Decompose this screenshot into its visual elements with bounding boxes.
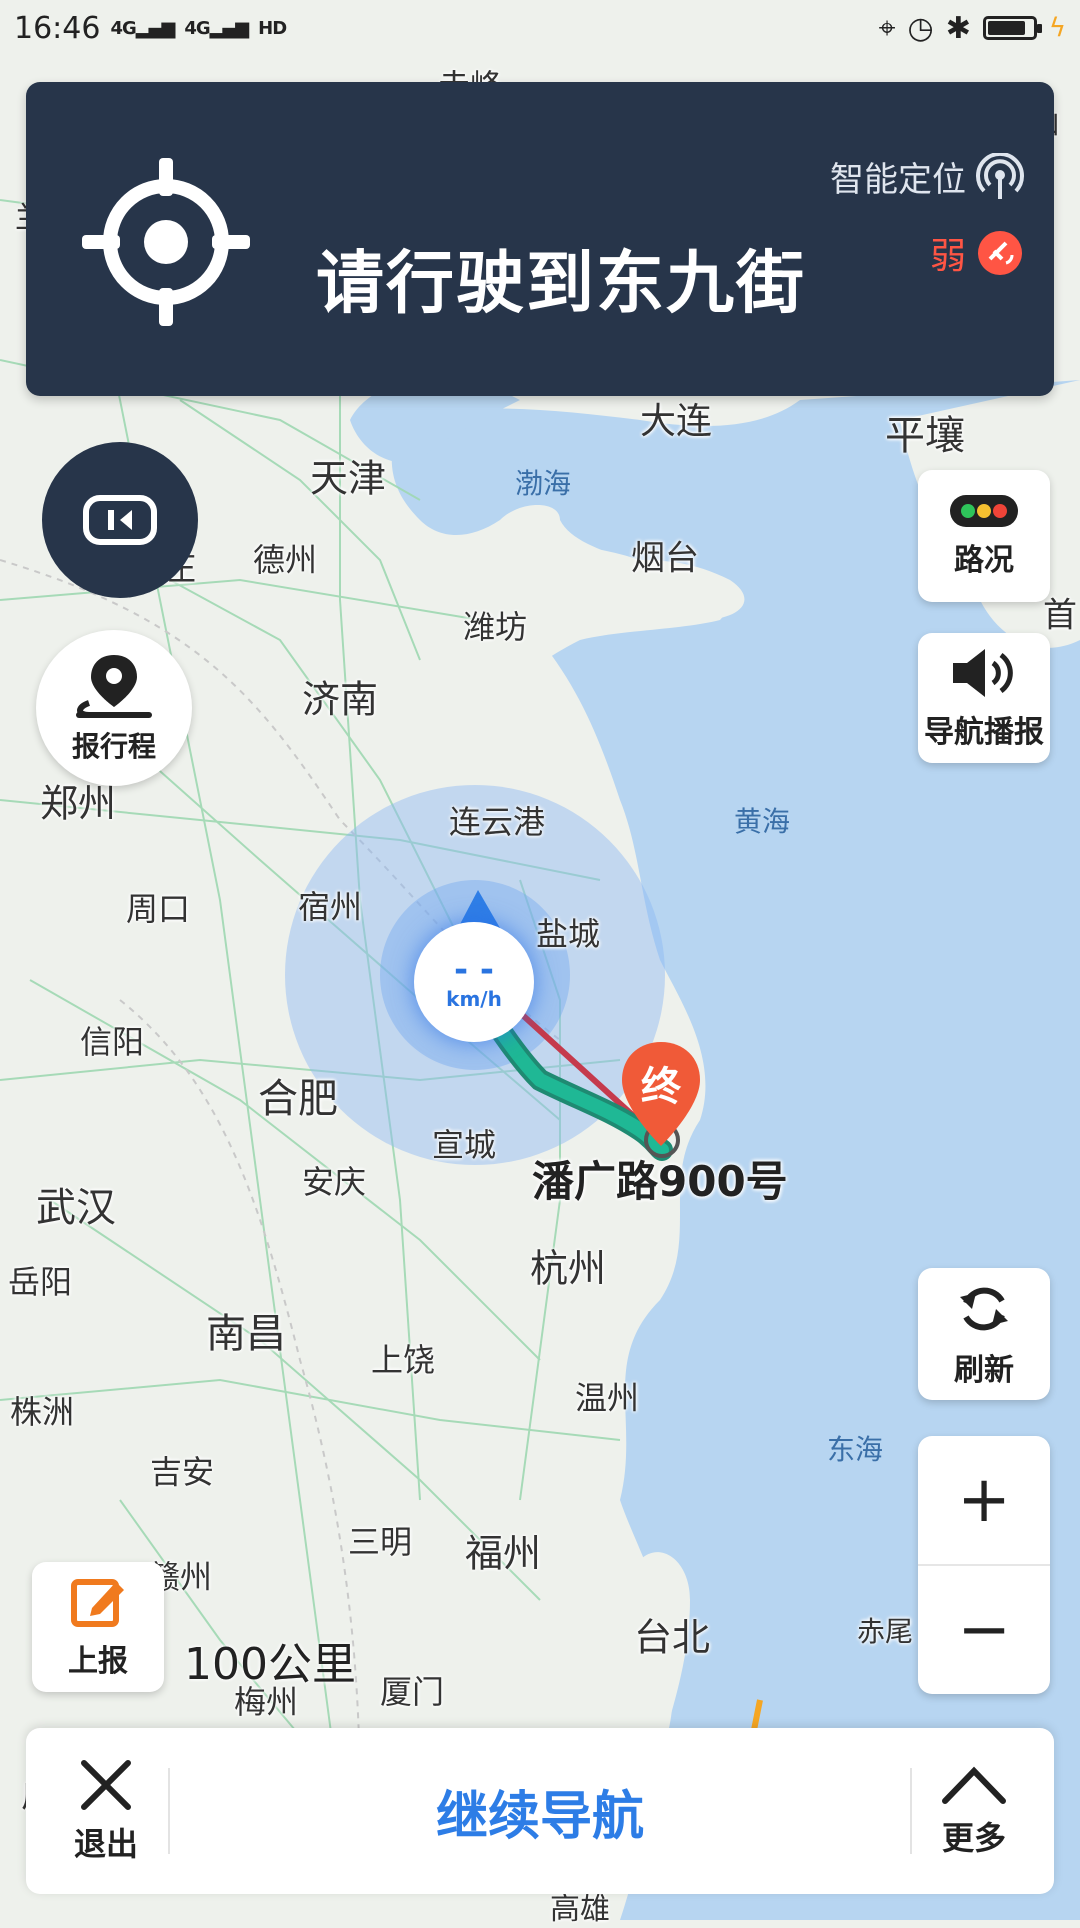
refresh-button[interactable]: 刷新: [918, 1268, 1050, 1400]
city-label: 杭州: [529, 1246, 607, 1291]
divider-right: [910, 1768, 912, 1854]
traffic-button[interactable]: 路况: [918, 470, 1050, 602]
report-button[interactable]: 上报: [32, 1562, 164, 1692]
speed-unit: km/h: [446, 987, 502, 1011]
more-label: 更多: [941, 1819, 1006, 1857]
city-label: 大连: [639, 401, 713, 442]
city-label: 安庆: [301, 1163, 367, 1201]
overview-icon: [83, 495, 157, 545]
divider-left: [168, 1768, 170, 1854]
satellite-weak-icon: [978, 231, 1022, 275]
exit-label: 退出: [73, 1825, 138, 1863]
city-label: 合肥: [258, 1076, 338, 1122]
city-label: 岳阳: [7, 1263, 73, 1301]
smart-location[interactable]: 智能定位: [830, 152, 1024, 201]
refresh-icon: [960, 1287, 1008, 1331]
bottom-bar: 退出 继续导航 更多: [26, 1728, 1054, 1894]
city-label: 上饶: [370, 1341, 436, 1379]
chevron-up-icon: [942, 1766, 1006, 1804]
zoom-out-label: −: [957, 1593, 1011, 1667]
exit-button[interactable]: 退出: [46, 1728, 166, 1894]
city-label: 德州: [252, 541, 318, 579]
city-label: 厦门: [379, 1673, 445, 1711]
pin-route-icon: [76, 655, 152, 718]
speaker-icon: [953, 649, 1013, 697]
locate-target-icon: [82, 158, 250, 326]
navigation-banner: 请行驶到东九街 智能定位 弱: [26, 82, 1054, 396]
report-label: 上报: [68, 1644, 128, 1679]
destination-pin-label: 终: [641, 1064, 681, 1110]
zoom-in-label: +: [957, 1463, 1011, 1537]
charging-icon: ϟ: [1048, 13, 1066, 43]
continue-navigation-button[interactable]: 继续导航: [176, 1728, 904, 1894]
zoom-in-button[interactable]: +: [918, 1436, 1050, 1564]
more-button[interactable]: 更多: [914, 1728, 1034, 1894]
city-label: 赤尾: [856, 1615, 914, 1648]
zoom-controls: + −: [918, 1436, 1050, 1694]
city-label: 宣城: [431, 1126, 497, 1164]
city-label: 台北: [633, 1615, 711, 1660]
battery-icon: [982, 16, 1042, 40]
gps-status-label: 弱: [929, 236, 966, 277]
clock: 16:46: [14, 10, 101, 46]
city-label: 武汉: [36, 1185, 116, 1231]
report-trip-button[interactable]: 报行程: [36, 630, 192, 786]
overview-toggle-button[interactable]: [42, 442, 198, 598]
city-label: 株洲: [9, 1393, 75, 1431]
city-label: 福州: [464, 1531, 542, 1576]
city-label: 天津: [309, 456, 387, 501]
traffic-label: 路况: [954, 543, 1014, 578]
close-icon: [81, 1760, 131, 1810]
traffic-light-icon: [950, 495, 1018, 527]
city-label: 烟台: [631, 538, 699, 579]
speed-indicator: - - km/h: [414, 922, 534, 1042]
signal-broadcast-icon: [976, 152, 1024, 199]
city-label: 三明: [347, 1523, 413, 1561]
gps-signal-status: 弱: [930, 227, 1024, 279]
city-label: 平壤: [885, 413, 965, 459]
voice-broadcast-button[interactable]: 导航播报: [918, 633, 1050, 763]
destination-address: 潘广路900号: [532, 1157, 788, 1206]
hd-icon: HD: [258, 17, 287, 39]
location-pin-icon: ⌖: [878, 10, 896, 46]
sea-label: 黄海: [733, 805, 791, 838]
sea-label: 东海: [826, 1433, 884, 1466]
city-label: 宿州: [297, 888, 363, 926]
city-label: 潍坊: [462, 608, 528, 646]
city-label: 周口: [125, 890, 191, 928]
city-label: 盐城: [535, 915, 601, 953]
city-label: 济南: [301, 677, 379, 722]
report-trip-label: 报行程: [71, 730, 156, 763]
zoom-out-button[interactable]: −: [918, 1566, 1050, 1694]
speed-value: - -: [453, 950, 495, 990]
bluetooth-icon: ✱: [945, 10, 971, 46]
city-label: 连云港: [448, 803, 546, 841]
smart-location-label: 智能定位: [830, 160, 966, 200]
broadcast-label: 导航播报: [924, 715, 1044, 750]
signal-icon-2: 4G▂▄▆: [184, 17, 249, 39]
city-label: 信阳: [79, 1023, 145, 1061]
banner-instruction: 请行驶到东九街: [316, 244, 807, 324]
city-label: 温州: [574, 1379, 640, 1417]
alarm-icon: ◷: [907, 10, 934, 46]
refresh-label: 刷新: [954, 1353, 1014, 1388]
city-label: 吉安: [149, 1453, 215, 1491]
status-bar: 16:46 4G▂▄▆ 4G▂▄▆ HD ⌖ ◷ ✱ ϟ: [0, 0, 1080, 56]
sea-label: 渤海: [514, 467, 572, 500]
city-label: 南昌: [206, 1311, 286, 1357]
map-scale: 100公里: [184, 1639, 356, 1690]
signal-icon: 4G▂▄▆: [110, 17, 175, 39]
report-edit-icon: [71, 1579, 124, 1627]
